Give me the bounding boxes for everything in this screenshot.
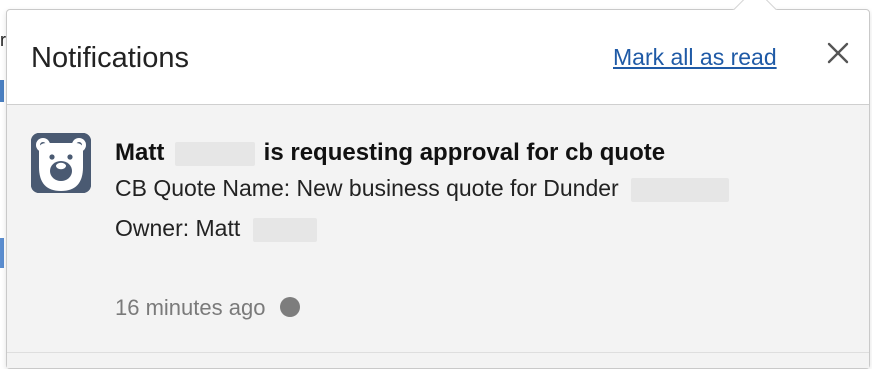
background-link-fragment	[0, 238, 4, 268]
redacted-company-name	[631, 177, 730, 202]
notification-time-row: 16 minutes ago	[115, 295, 300, 321]
requester-first-name: Matt	[115, 139, 165, 166]
unread-indicator[interactable]	[279, 297, 300, 317]
owner-text: Owner: Matt	[115, 215, 241, 241]
redacted-owner-surname	[252, 217, 317, 242]
notification-list: Matt is requesting approval for cb quote…	[7, 105, 869, 368]
owner-line: Owner: Matt	[115, 215, 849, 253]
notifications-header: Notifications Mark all as read	[7, 10, 869, 105]
panel-title: Notifications	[31, 42, 189, 74]
close-icon	[827, 42, 849, 64]
notification-item[interactable]: Matt is requesting approval for cb quote…	[7, 105, 869, 353]
notifications-panel: Notifications Mark all as read Matt is r…	[6, 0, 870, 369]
mark-all-read-link[interactable]: Mark all as read	[613, 44, 777, 71]
bear-avatar-icon	[31, 133, 91, 193]
redacted-surname	[175, 141, 255, 166]
notification-content: Matt is requesting approval for cb quote…	[115, 139, 849, 253]
notification-timestamp: 16 minutes ago	[115, 295, 266, 320]
quote-name-text: CB Quote Name: New business quote for Du…	[115, 175, 619, 201]
close-button[interactable]	[825, 40, 851, 66]
background-link-fragment	[0, 80, 4, 102]
notification-title: Matt is requesting approval for cb quote	[115, 139, 849, 173]
notification-title-text: is requesting approval for cb quote	[263, 139, 666, 166]
quote-name-line: CB Quote Name: New business quote for Du…	[115, 175, 849, 213]
